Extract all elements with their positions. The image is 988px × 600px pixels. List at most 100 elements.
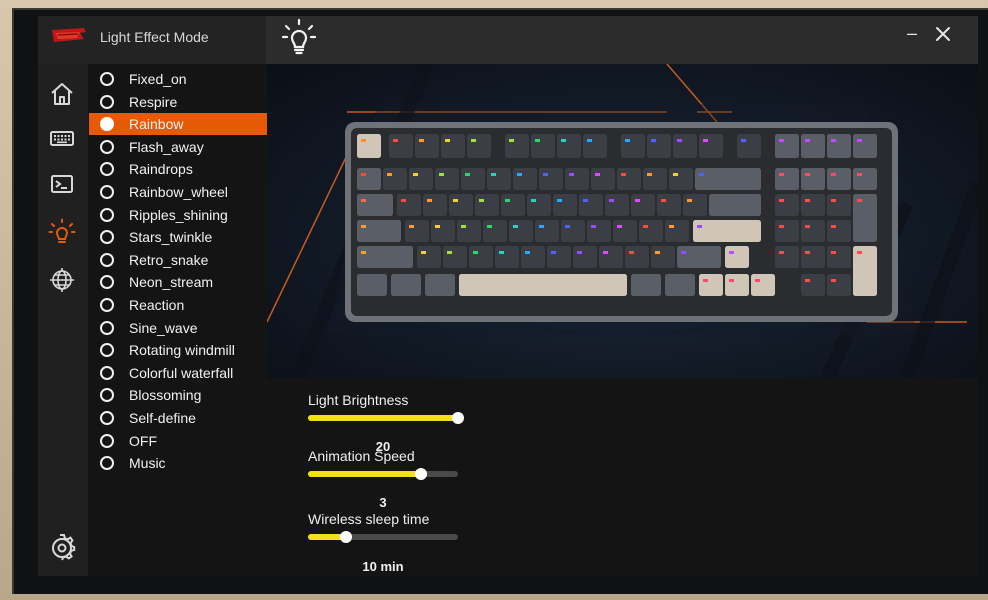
radio-button[interactable] xyxy=(100,162,114,177)
radio-button[interactable] xyxy=(100,117,114,132)
keycap-light xyxy=(621,173,626,176)
keycap xyxy=(409,168,433,190)
keycap-light xyxy=(557,199,562,202)
terminal-icon[interactable] xyxy=(48,170,76,198)
effect-mode-item[interactable]: Blossoming xyxy=(89,384,267,406)
radio-button[interactable] xyxy=(100,72,114,86)
effect-mode-item[interactable]: Rainbow xyxy=(89,113,267,136)
radio-button[interactable] xyxy=(100,139,114,154)
keycap xyxy=(725,246,749,268)
keycap xyxy=(495,246,519,268)
keycap-light xyxy=(565,225,570,228)
keycap xyxy=(573,246,597,268)
home-icon[interactable] xyxy=(48,80,76,108)
keycap-light xyxy=(569,173,574,176)
effect-mode-item[interactable]: Sine_wave xyxy=(89,317,267,339)
radio-button[interactable] xyxy=(100,298,114,312)
effect-mode-label: Self-define xyxy=(129,410,196,426)
gear-icon[interactable] xyxy=(48,534,76,562)
keycap xyxy=(775,194,799,216)
sleep-time-label: Wireless sleep time xyxy=(308,511,430,527)
lightbulb-icon[interactable] xyxy=(48,218,76,246)
keycap-light xyxy=(687,199,692,202)
effect-mode-label: Retro_snake xyxy=(129,251,209,268)
speed-label: Animation Speed xyxy=(308,448,415,464)
keycap-light xyxy=(473,251,478,254)
effect-mode-item[interactable]: Rotating windmill xyxy=(89,339,267,361)
keycap-light xyxy=(517,173,522,176)
effect-mode-item[interactable]: Respire xyxy=(89,91,267,113)
effect-mode-item[interactable]: Retro_snake xyxy=(89,249,267,271)
radio-button[interactable] xyxy=(100,185,114,199)
globe-icon[interactable] xyxy=(48,266,76,294)
keycap-light xyxy=(755,279,760,282)
minimize-button[interactable]: – xyxy=(902,24,922,44)
close-icon[interactable] xyxy=(933,24,953,44)
keycap-light xyxy=(805,225,810,228)
radio-button[interactable] xyxy=(100,456,114,471)
effect-mode-item[interactable]: Neon_stream xyxy=(89,271,267,293)
effect-mode-item[interactable]: Music xyxy=(89,452,267,474)
radio-button[interactable] xyxy=(100,275,114,290)
keycap-light xyxy=(643,225,648,228)
effect-mode-item[interactable]: Stars_twinkle xyxy=(89,226,267,248)
keycap-light xyxy=(543,173,548,176)
keycap xyxy=(665,220,689,242)
brightness-label: Light Brightness xyxy=(308,392,409,408)
effect-mode-list: Fixed_on Respire Rainbow Flash_away Raindrop… xyxy=(88,64,267,576)
speed-slider[interactable] xyxy=(308,468,458,480)
effect-mode-item[interactable]: Raindrops xyxy=(89,158,267,180)
effect-mode-item[interactable]: Colorful waterfall xyxy=(89,362,267,384)
keycap xyxy=(583,134,607,158)
app-window: Light Effect Mode – Fixed_on Respire Rai… xyxy=(38,16,978,576)
keycap xyxy=(631,274,661,296)
sleep-time-slider[interactable] xyxy=(308,531,458,543)
keycap-light xyxy=(361,251,366,254)
radio-button[interactable] xyxy=(100,320,114,335)
keycap-light xyxy=(647,173,652,176)
effect-mode-item[interactable]: Fixed_on xyxy=(89,68,267,90)
keycap-light xyxy=(505,199,510,202)
keyboard-icon[interactable] xyxy=(48,124,76,152)
keycap-light xyxy=(591,225,596,228)
effect-mode-item[interactable]: Flash_away xyxy=(89,136,267,158)
keycap-light xyxy=(673,173,678,176)
radio-button[interactable] xyxy=(100,388,114,403)
keycap-light xyxy=(461,225,466,228)
keycap xyxy=(801,220,825,242)
keycap-light xyxy=(655,251,660,254)
effect-mode-item[interactable]: OFF xyxy=(89,430,267,452)
brand-logo-icon xyxy=(52,28,86,42)
keycap-light xyxy=(857,173,862,176)
brightness-slider-handle[interactable] xyxy=(452,412,464,424)
keycap xyxy=(643,168,667,190)
speed-value: 3 xyxy=(379,495,387,510)
radio-button[interactable] xyxy=(100,365,114,380)
keycap-light xyxy=(857,139,862,142)
speed-slider-handle[interactable] xyxy=(414,468,427,480)
effect-mode-label: Rotating windmill xyxy=(129,342,235,359)
keycap xyxy=(651,246,675,268)
keycap-light xyxy=(499,251,504,254)
brightness-slider[interactable] xyxy=(308,412,464,424)
effect-mode-item[interactable]: Reaction xyxy=(89,294,267,316)
keycap-light xyxy=(681,251,686,254)
keycap-light xyxy=(445,139,450,142)
keycap-light xyxy=(779,139,784,142)
radio-button[interactable] xyxy=(100,343,114,358)
keycap xyxy=(469,246,493,268)
keycap-light xyxy=(831,225,836,228)
sleep-time-slider-handle[interactable] xyxy=(339,531,352,543)
keycap-light xyxy=(805,139,810,142)
radio-button[interactable] xyxy=(100,230,114,245)
radio-button[interactable] xyxy=(100,411,114,425)
effect-mode-item[interactable]: Ripples_shining xyxy=(89,204,267,226)
effect-mode-item[interactable]: Rainbow_wheel xyxy=(89,181,267,203)
keycap xyxy=(605,194,629,216)
radio-button[interactable] xyxy=(100,433,114,448)
keycap xyxy=(617,168,641,190)
radio-button[interactable] xyxy=(100,252,114,267)
radio-button[interactable] xyxy=(100,94,114,109)
effect-mode-item[interactable]: Self-define xyxy=(89,407,267,429)
radio-button[interactable] xyxy=(100,207,114,222)
